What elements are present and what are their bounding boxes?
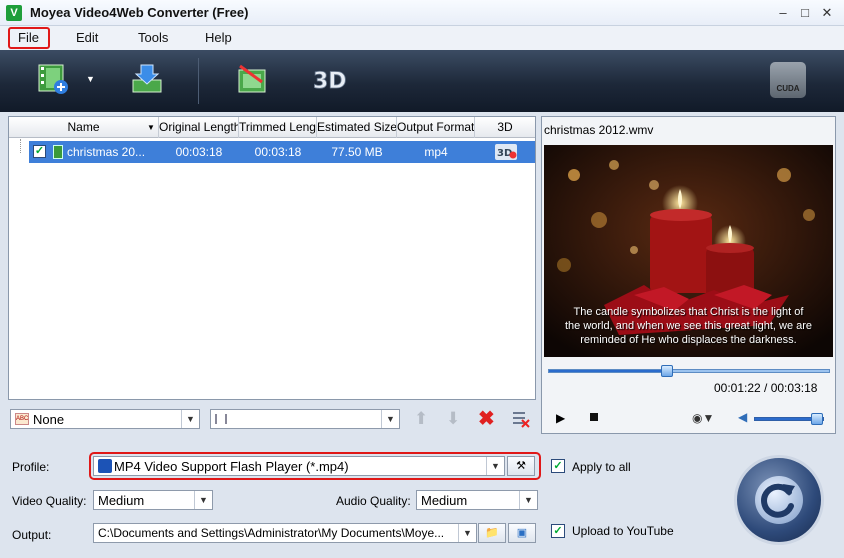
subtitle-abc-icon: ABC	[15, 413, 29, 425]
menu-bar: File Edit Tools Help	[0, 26, 844, 50]
row-original-length: 00:03:18	[175, 145, 223, 159]
file-menu-highlight	[8, 27, 50, 49]
move-down-icon[interactable]: ⬇	[446, 409, 460, 429]
move-up-icon[interactable]: ⬆	[414, 409, 428, 429]
chevron-down-icon[interactable]: ▼	[181, 410, 199, 428]
profile-value: MP4 Video Support Flash Player (*.mp4)	[114, 459, 349, 474]
output-path-combo[interactable]: C:\Documents and Settings\Administrator\…	[93, 523, 477, 543]
video-quality-combo[interactable]: Medium ▼	[93, 490, 213, 510]
profile-label: Profile:	[12, 460, 50, 474]
audio-quality-combo[interactable]: Medium ▼	[416, 490, 538, 510]
row-estimated-size: 77.50 MB	[331, 145, 383, 159]
import-download-icon[interactable]	[130, 62, 164, 96]
play-icon[interactable]: ▶	[556, 411, 565, 425]
close-icon[interactable]: ✕	[818, 4, 836, 22]
open-output-folder-button[interactable]: ▣	[508, 523, 536, 543]
table-row[interactable]: ✓ christmas 20... 00:03:18 00:03:18 77.5…	[29, 141, 535, 163]
audio-track-icon	[215, 414, 227, 424]
browse-folder-button[interactable]: 📁	[478, 523, 506, 543]
chevron-down-icon[interactable]: ▼	[458, 524, 476, 542]
clear-list-icon[interactable]	[512, 410, 530, 428]
chevron-down-icon[interactable]: ▼	[381, 410, 399, 428]
video-quality-label: Video Quality:	[12, 494, 87, 508]
profile-combo[interactable]: MP4 Video Support Flash Player (*.mp4) ▼	[93, 456, 505, 476]
maximize-icon[interactable]: □	[796, 4, 814, 22]
preview-filename: christmas 2012.wmv	[544, 123, 654, 137]
snapshot-camera-icon[interactable]: ◉▼	[692, 411, 714, 425]
tree-line	[20, 139, 21, 153]
convert-button[interactable]	[734, 455, 824, 545]
profile-format-icon	[98, 459, 112, 473]
convert-arrow-icon	[755, 476, 803, 524]
column-original-length[interactable]: Original Length	[159, 117, 239, 138]
preview-panel: christmas 2012.wmv The candle symbolizes…	[541, 116, 836, 434]
subtitle-combo-value: None	[33, 412, 65, 427]
video-file-icon	[53, 145, 63, 159]
file-list[interactable]: Name ▼ Original Length Trimmed Length Es…	[8, 116, 536, 400]
video-quality-value: Medium	[98, 493, 145, 508]
title-bar: V Moyea Video4Web Converter (Free) – □ ✕	[0, 0, 844, 26]
upload-youtube-label: Upload to YouTube	[572, 524, 674, 538]
seek-bar[interactable]	[548, 365, 830, 377]
audio-track-combo[interactable]: ▼	[210, 409, 400, 429]
column-estimated-size[interactable]: Estimated Size	[317, 117, 397, 138]
add-dropdown-arrow-icon[interactable]: ▼	[86, 74, 95, 84]
chevron-down-icon[interactable]: ▼	[486, 457, 504, 475]
profile-settings-button[interactable]: ⚒	[507, 456, 535, 476]
volume-slider[interactable]	[754, 413, 824, 425]
row-output-format: mp4	[424, 145, 448, 159]
nvidia-cuda-logo: CUDA	[770, 62, 806, 98]
column-trimmed-length[interactable]: Trimmed Length	[239, 117, 317, 138]
menu-help[interactable]: Help	[205, 30, 232, 45]
toolbar-separator	[198, 58, 199, 104]
main-toolbar	[0, 50, 844, 112]
subtitle-line: the world, and when we see this great li…	[564, 320, 813, 332]
seek-bar-progress	[549, 370, 667, 372]
output-label: Output:	[12, 528, 52, 542]
3d-settings-icon[interactable]: 3D	[495, 144, 517, 160]
window-title: Moyea Video4Web Converter (Free)	[30, 5, 249, 20]
output-path-value: C:\Documents and Settings\Administrator\…	[98, 526, 445, 540]
chevron-down-icon[interactable]: ▼	[519, 491, 537, 509]
add-video-icon[interactable]	[37, 62, 71, 96]
chevron-down-icon[interactable]: ▼	[194, 491, 212, 509]
3d-icon[interactable]: 3D	[312, 62, 346, 96]
minimize-icon[interactable]: –	[774, 4, 792, 22]
video-subtitle: The candle symbolizes that Christ is the…	[544, 305, 833, 347]
svg-text:3D: 3D	[313, 69, 346, 94]
column-output-format[interactable]: Output Format	[397, 117, 475, 138]
column-name[interactable]: Name	[9, 117, 159, 138]
apply-to-all-label: Apply to all	[572, 460, 631, 474]
subtitle-combo[interactable]: ABC None ▼	[10, 409, 200, 429]
sort-arrow-icon: ▼	[147, 123, 155, 132]
row-trimmed-length: 00:03:18	[254, 145, 302, 159]
apply-to-all-checkbox[interactable]: ✓	[551, 459, 565, 473]
audio-quality-value: Medium	[421, 493, 468, 508]
seek-bar-thumb[interactable]	[661, 365, 674, 377]
volume-slider-thumb[interactable]	[811, 413, 823, 425]
audio-quality-label: Audio Quality:	[336, 494, 411, 508]
edit-trim-icon[interactable]	[236, 62, 270, 96]
app-logo-icon: V	[6, 5, 22, 21]
column-3d[interactable]: 3D	[475, 117, 535, 138]
file-list-header: Name ▼ Original Length Trimmed Length Es…	[9, 117, 535, 138]
delete-icon[interactable]: ✖	[478, 406, 495, 431]
video-preview[interactable]: The candle symbolizes that Christ is the…	[544, 145, 833, 357]
subtitle-line: The candle symbolizes that Christ is the…	[573, 306, 804, 318]
menu-tools[interactable]: Tools	[138, 30, 168, 45]
stop-icon[interactable]	[590, 413, 598, 421]
menu-edit[interactable]: Edit	[76, 30, 98, 45]
subtitle-line: reminded of He who displaces the darknes…	[580, 334, 797, 346]
volume-icon[interactable]: ◀	[738, 410, 747, 424]
playback-time: 00:01:22 / 00:03:18	[714, 381, 818, 395]
row-name: christmas 20...	[67, 145, 146, 159]
row-checkbox[interactable]: ✓	[33, 145, 46, 158]
upload-youtube-checkbox[interactable]: ✓	[551, 524, 565, 538]
